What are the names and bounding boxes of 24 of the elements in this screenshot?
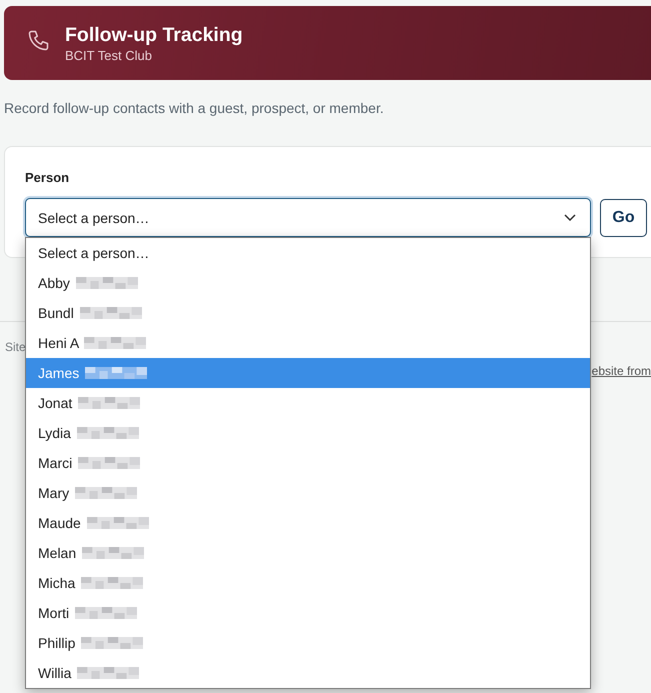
dropdown-option[interactable]: Willia	[26, 658, 590, 688]
dropdown-option[interactable]: Bundl	[26, 298, 590, 328]
chevron-down-icon	[564, 214, 576, 221]
phone-icon	[27, 29, 51, 53]
dropdown-option[interactable]: Morti	[26, 598, 590, 628]
dropdown-option[interactable]: Jonat	[26, 388, 590, 418]
dropdown-option[interactable]: Marci	[26, 448, 590, 478]
dropdown-option[interactable]: Select a person…	[26, 238, 590, 268]
footer-text: Site	[5, 340, 26, 355]
dropdown-option[interactable]: Maude	[26, 508, 590, 538]
dropdown-option[interactable]: Melan	[26, 538, 590, 568]
page-title: Follow-up Tracking	[65, 22, 243, 46]
footer-link[interactable]: ebsite from	[592, 364, 651, 379]
field-label: Person	[25, 170, 70, 186]
club-name: BCIT Test Club	[65, 46, 153, 64]
person-select[interactable]: Select a person…	[25, 198, 591, 237]
dropdown-option[interactable]: Heni A	[26, 328, 590, 358]
dropdown-option[interactable]: Micha	[26, 568, 590, 598]
dropdown-option[interactable]: Phillip	[26, 628, 590, 658]
go-button[interactable]: Go	[600, 199, 647, 237]
dropdown-option[interactable]: Mary	[26, 478, 590, 508]
dropdown-option[interactable]: Abby	[26, 268, 590, 298]
description-text: Record follow-up contacts with a guest, prospect, or member.	[4, 99, 385, 117]
dropdown-option[interactable]: Lydia	[26, 418, 590, 448]
